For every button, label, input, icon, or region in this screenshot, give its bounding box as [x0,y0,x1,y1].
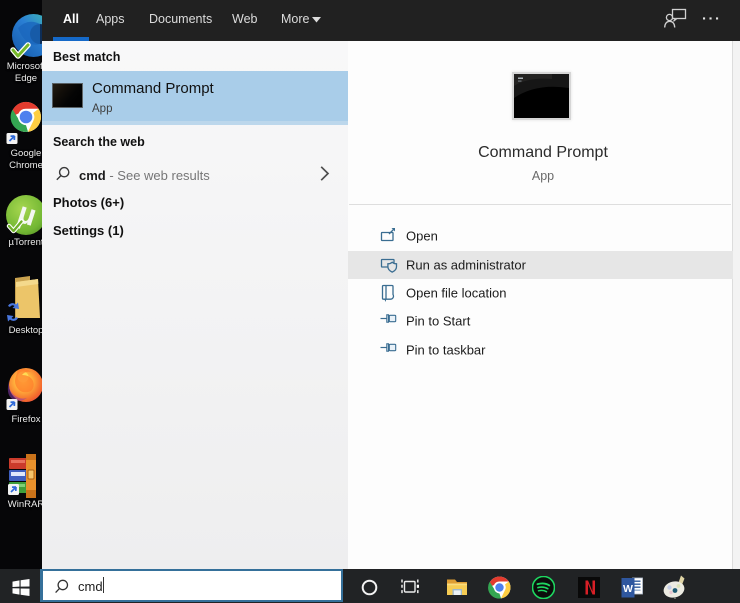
svg-text:W: W [623,583,633,595]
